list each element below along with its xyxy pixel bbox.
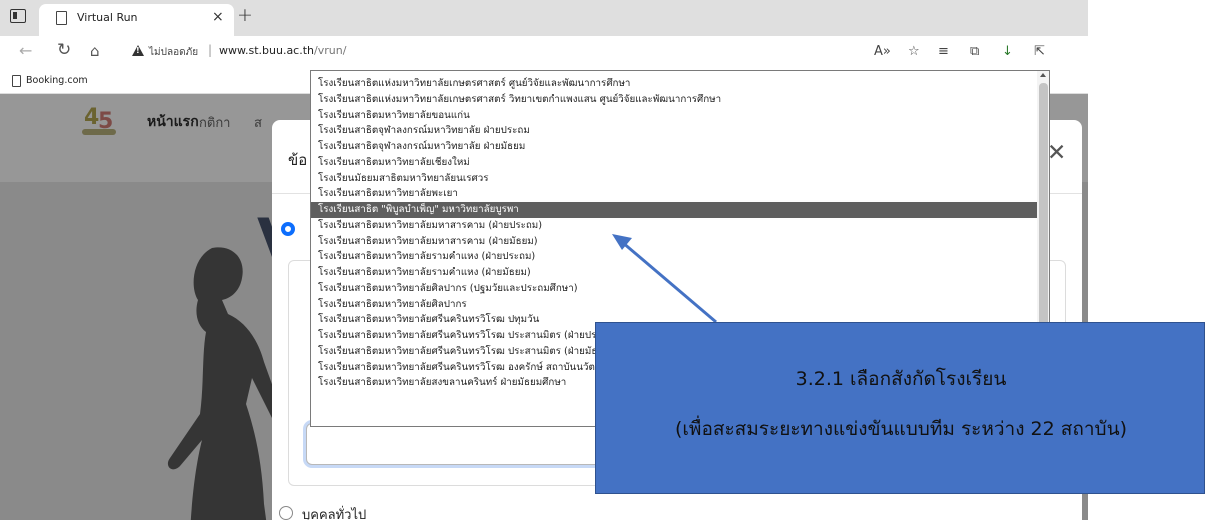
tab-actions-icon[interactable] [10,9,26,23]
dropdown-option[interactable]: โรงเรียนสาธิตมหาวิทยาลัยศิลปากร (ปฐมวัยแ… [311,281,1037,297]
dropdown-option[interactable]: โรงเรียนสาธิตมหาวิทยาลัยรามคำแหง (ฝ่ายปร… [311,249,1037,265]
callout-step-title: 3.2.1 เลือกสังกัดโรงเรียน [795,368,1007,390]
tab-close-icon[interactable]: × [212,9,224,25]
site-logo[interactable]: 4 5 [82,105,120,139]
dropdown-option[interactable]: โรงเรียนสาธิตมหาวิทยาลัยพะเยา [311,186,1037,202]
page-icon [12,75,21,87]
back-icon[interactable]: ← [19,41,32,60]
read-aloud-icon[interactable]: A» [874,44,891,59]
share-icon[interactable]: ⇱ [1034,44,1045,59]
dropdown-option[interactable]: โรงเรียนสาธิตมหาวิทยาลัยมหาสารคาม (ฝ่ายป… [311,218,1037,234]
security-status[interactable]: ไม่ปลอดภัย [149,45,198,60]
url-input[interactable]: www.st.buu.ac.th/vrun/ [219,44,346,57]
browser-address-bar: ← ↻ ⌂ ไม่ปลอดภัย | www.st.buu.ac.th/vrun… [0,36,1088,70]
dropdown-option[interactable]: โรงเรียนสาธิตแห่งมหาวิทยาลัยเกษตรศาสตร์ … [311,76,1037,92]
home-icon[interactable]: ⌂ [90,42,100,60]
dropdown-option[interactable]: โรงเรียนสาธิตมหาวิทยาลัยเชียงใหม่ [311,155,1037,171]
dropdown-option[interactable]: โรงเรียนสาธิตมหาวิทยาลัยศิลปากร [311,297,1037,313]
dropdown-option[interactable]: โรงเรียนมัธยมสาธิตมหาวิทยาลัยนเรศวร [311,171,1037,187]
favorite-icon[interactable]: ☆ [908,44,920,59]
school-option-radio[interactable] [281,222,295,236]
nav-home[interactable]: หน้าแรก [147,111,199,133]
dropdown-option[interactable]: โรงเรียนสาธิตจุฬาลงกรณ์มหาวิทยาลัย ฝ่ายป… [311,123,1037,139]
modal-title: ข้อ [288,151,308,169]
scroll-up-icon[interactable] [1040,73,1046,77]
download-icon[interactable]: ↓ [1002,44,1013,59]
browser-tab-strip: Virtual Run × + [0,0,1088,36]
page-icon [56,11,67,25]
dropdown-option[interactable]: โรงเรียนสาธิต "พิบูลบำเพ็ญ" มหาวิทยาลัยบ… [311,202,1037,218]
url-path: /vrun/ [314,44,347,57]
dropdown-option[interactable]: โรงเรียนสาธิตมหาวิทยาลัยขอนแก่น [311,108,1037,124]
refresh-icon[interactable]: ↻ [57,40,71,60]
url-host: www.st.buu.ac.th [219,44,315,57]
nav-item-partial[interactable]: ส [254,112,262,133]
callout-step-note: (เพื่อสะสมระยะทางแข่งขันแบบทีม ระหว่าง 2… [675,418,1127,440]
url-separator: | [208,43,213,57]
dropdown-option[interactable]: โรงเรียนสาธิตจุฬาลงกรณ์มหาวิทยาลัย ฝ่ายม… [311,139,1037,155]
collections-icon[interactable]: ⧉ [970,44,979,59]
browser-tab-virtual-run[interactable]: Virtual Run × [39,4,234,36]
nav-rules[interactable]: กติกา [199,112,230,133]
dropdown-option[interactable]: โรงเรียนสาธิตมหาวิทยาลัยรามคำแหง (ฝ่ายมั… [311,265,1037,281]
school-select[interactable] [306,423,606,465]
annotation-callout: 3.2.1 เลือกสังกัดโรงเรียน (เพื่อสะสมระยะ… [595,322,1205,494]
dropdown-option[interactable]: โรงเรียนสาธิตแห่งมหาวิทยาลัยเกษตรศาสตร์ … [311,92,1037,108]
dropdown-option[interactable]: โรงเรียนสาธิตมหาวิทยาลัยมหาสารคาม (ฝ่ายม… [311,234,1037,250]
favorites-list-icon[interactable]: ≡ [938,44,949,59]
tab-title: Virtual Run [77,11,138,24]
warning-icon[interactable] [132,45,144,56]
favorite-booking[interactable]: Booking.com [26,75,88,86]
general-public-label: บุคคลทั่วไป [302,508,367,520]
new-tab-button[interactable]: + [237,4,253,26]
general-public-radio[interactable] [279,506,293,520]
